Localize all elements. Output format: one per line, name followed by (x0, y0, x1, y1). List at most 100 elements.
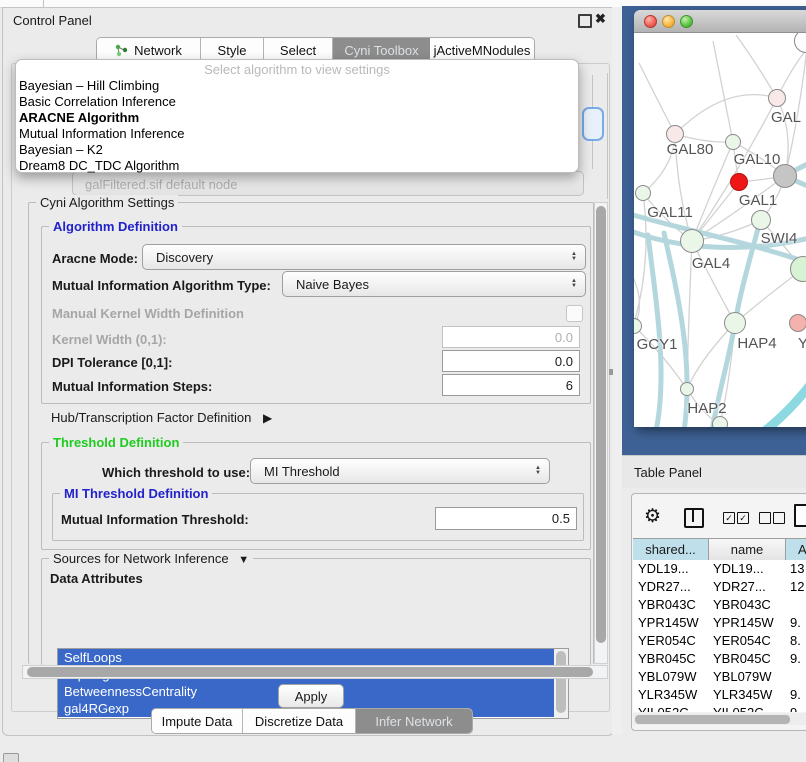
threshold-definition-group: Threshold Definition Which threshold to … (41, 442, 591, 550)
mi-algorithm-type-value: Naive Bayes (296, 277, 369, 292)
table-row[interactable]: YIL052CYIL052C9 (633, 704, 806, 712)
table-cell: YDL19... (633, 560, 709, 578)
table-row[interactable]: YDR27...YDR27...12 (633, 578, 806, 596)
unchecked-checkbox-icon[interactable] (773, 512, 785, 524)
dropdown-item[interactable]: Bayesian – K2 (16, 142, 578, 158)
column-header-shared[interactable]: shared... (633, 539, 709, 560)
minimized-panel-chip[interactable] (3, 753, 19, 762)
checked-checkbox-icon[interactable]: ✓ (737, 512, 749, 524)
dropdown-item[interactable]: ARACNE Algorithm (16, 110, 578, 126)
network-source-combo[interactable]: galFiltered.sif default node (72, 171, 584, 196)
table-cell: 12 (786, 578, 806, 596)
kernel-width-label: Kernel Width (0,1): (52, 332, 167, 347)
table-row[interactable]: YDL19...YDL19...13 (633, 560, 806, 578)
cyni-algorithm-settings-group: Cyni Algorithm Settings Algorithm Defini… (28, 202, 594, 664)
control-panel-title: Control Panel (13, 13, 92, 28)
tab-style-label: Style (218, 43, 247, 58)
manual-kernel-width-checkbox[interactable] (566, 305, 583, 322)
network-node[interactable] (789, 314, 806, 332)
table-cell: 9 (786, 704, 806, 712)
attributes-scrollbar-thumb[interactable] (556, 651, 566, 713)
dropdown-item[interactable]: Bayesian – Hill Climbing (16, 78, 578, 94)
settings-vertical-scrollbar[interactable] (594, 202, 608, 664)
tab-discretize-data[interactable]: Discretize Data (243, 709, 356, 733)
settings-hscrollbar-thumb[interactable] (27, 667, 593, 677)
network-node[interactable] (635, 185, 651, 201)
mac-minimize-icon[interactable] (662, 15, 675, 28)
mac-zoom-icon[interactable] (680, 15, 693, 28)
which-threshold-combo[interactable]: MI Threshold ▲▼ (250, 458, 550, 484)
document-icon[interactable] (794, 504, 806, 527)
checked-checkbox-icon[interactable]: ✓ (723, 512, 735, 524)
expanded-arrow-icon[interactable]: ▼ (238, 554, 249, 566)
network-node-label: GCY1 (637, 336, 678, 353)
unchecked-checkbox-icon[interactable] (759, 512, 771, 524)
float-panel-icon[interactable] (578, 14, 592, 28)
gear-icon[interactable]: ⚙ (644, 505, 661, 528)
network-node[interactable] (712, 416, 728, 427)
dropdown-item[interactable]: Mutual Information Inference (16, 126, 578, 142)
close-panel-icon[interactable]: ✖ (595, 11, 606, 27)
columns-icon[interactable] (684, 508, 704, 528)
attribute-list-item[interactable]: SelfLoops (58, 649, 554, 666)
network-canvas[interactable]: GAL80GAL10GALGAL1GAL11SWI4GAL4GCY1HAP4YH… (634, 33, 806, 427)
control-panel-window: Control Panel ✖ Network Style Select (2, 7, 614, 736)
table-row[interactable]: YBL079WYBL079W (633, 668, 806, 686)
network-node[interactable] (724, 312, 746, 334)
network-node-label: HAP4 (737, 335, 776, 352)
table-panel-header: Table Panel (622, 455, 806, 488)
table-cell: YBR043C (633, 596, 709, 614)
dpi-tolerance-field[interactable]: 0.0 (442, 350, 580, 372)
table-row[interactable]: YBR043CYBR043C (633, 596, 806, 614)
panel-splitter[interactable] (612, 7, 622, 734)
splitter-handle[interactable] (609, 369, 613, 375)
table-cell: 9. (786, 650, 806, 668)
table-cell (786, 596, 806, 614)
mi-threshold-field[interactable]: 0.5 (435, 507, 577, 530)
dropdown-item[interactable]: Dream8 DC_TDC Algorithm (16, 158, 578, 174)
table-hscrollbar-thumb[interactable] (635, 715, 790, 724)
network-node[interactable] (680, 229, 704, 253)
table-row[interactable]: YPR145WYPR145W9. (633, 614, 806, 632)
settings-horizontal-scrollbar[interactable] (22, 665, 608, 679)
aracne-mode-label: Aracne Mode: (52, 251, 138, 266)
mi-steps-field[interactable]: 6 (442, 374, 580, 396)
network-node[interactable] (751, 210, 771, 230)
aracne-mode-combo[interactable]: Discovery ▲▼ (142, 244, 586, 270)
column-header-partial[interactable]: A (786, 539, 806, 560)
network-node[interactable] (680, 382, 694, 396)
mac-close-icon[interactable] (644, 15, 657, 28)
data-attributes-label: Data Attributes (50, 571, 143, 586)
network-node[interactable] (730, 173, 748, 191)
tab-jactivemnodules-label: jActiveMNodules (434, 43, 531, 58)
dropdown-item[interactable]: Basic Correlation Inference (16, 94, 578, 110)
kernel-width-field[interactable]: 0.0 (442, 326, 580, 348)
table-row[interactable]: YLR345WYLR345W9. (633, 686, 806, 704)
apply-button[interactable]: Apply (278, 684, 344, 708)
network-node[interactable] (768, 89, 786, 107)
mi-algorithm-type-combo[interactable]: Naive Bayes ▲▼ (282, 271, 586, 297)
table-row[interactable]: YER054CYER054C8. (633, 632, 806, 650)
network-window-titlebar[interactable] (634, 10, 806, 33)
network-tab-icon (115, 44, 128, 57)
column-header-name[interactable]: name (709, 539, 786, 560)
tab-impute-data[interactable]: Impute Data (152, 709, 243, 733)
collapsed-arrow-icon[interactable]: ▶ (263, 411, 272, 425)
kernel-width-value: 0.0 (555, 330, 573, 345)
table-cell: YPR145W (709, 614, 786, 632)
network-node[interactable] (725, 134, 741, 150)
tab-infer-network[interactable]: Infer Network (356, 709, 472, 733)
network-view-window[interactable]: GAL80GAL10GALGAL1GAL11SWI4GAL4GCY1HAP4YH… (634, 10, 806, 427)
table-cell: 9. (786, 686, 806, 704)
threshold-definition-title: Threshold Definition (49, 435, 183, 450)
settings-vscrollbar-thumb[interactable] (596, 206, 606, 643)
cyni-algorithm-settings-title: Cyni Algorithm Settings (36, 195, 178, 210)
network-node-label: GAL11 (647, 204, 693, 221)
hub-definition-section[interactable]: Hub/Transcription Factor Definition ▶ (51, 410, 272, 425)
table-cell: YLR345W (633, 686, 709, 704)
algorithm-dropdown: Select algorithm to view settings Bayesi… (15, 59, 579, 173)
table-row[interactable]: YBR045CYBR045C9. (633, 650, 806, 668)
table-horizontal-scrollbar[interactable] (633, 713, 806, 725)
hub-definition-label: Hub/Transcription Factor Definition (51, 410, 251, 425)
attributes-list-scrollbar[interactable] (554, 649, 568, 718)
